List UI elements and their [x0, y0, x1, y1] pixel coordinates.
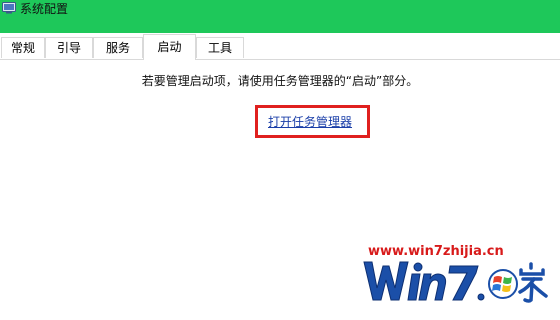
tab-general[interactable]: 常规	[1, 37, 45, 58]
tab-startup[interactable]: 启动	[143, 34, 196, 60]
open-task-manager-link[interactable]: 打开任务管理器	[268, 113, 352, 130]
watermark-logo-glyph	[518, 262, 548, 303]
windows-orb-icon	[488, 269, 518, 299]
window-title: 系统配置	[20, 2, 69, 16]
startup-instruction-text: 若要管理启动项，请使用任务管理器的“启动”部分。	[141, 74, 419, 88]
tab-boot[interactable]: 引导	[45, 37, 93, 58]
watermark-logo-text	[363, 261, 485, 301]
tab-services[interactable]: 服务	[93, 37, 143, 58]
system-config-app-icon	[2, 2, 16, 14]
tab-tools[interactable]: 工具	[196, 37, 244, 58]
watermark-url: www.win7zhijia.cn	[368, 244, 504, 259]
window-titlebar[interactable]: 系统配置	[0, 0, 560, 33]
watermark-logo	[363, 261, 548, 303]
tab-strip: 常规 引导 服务 启动 工具	[0, 33, 560, 60]
